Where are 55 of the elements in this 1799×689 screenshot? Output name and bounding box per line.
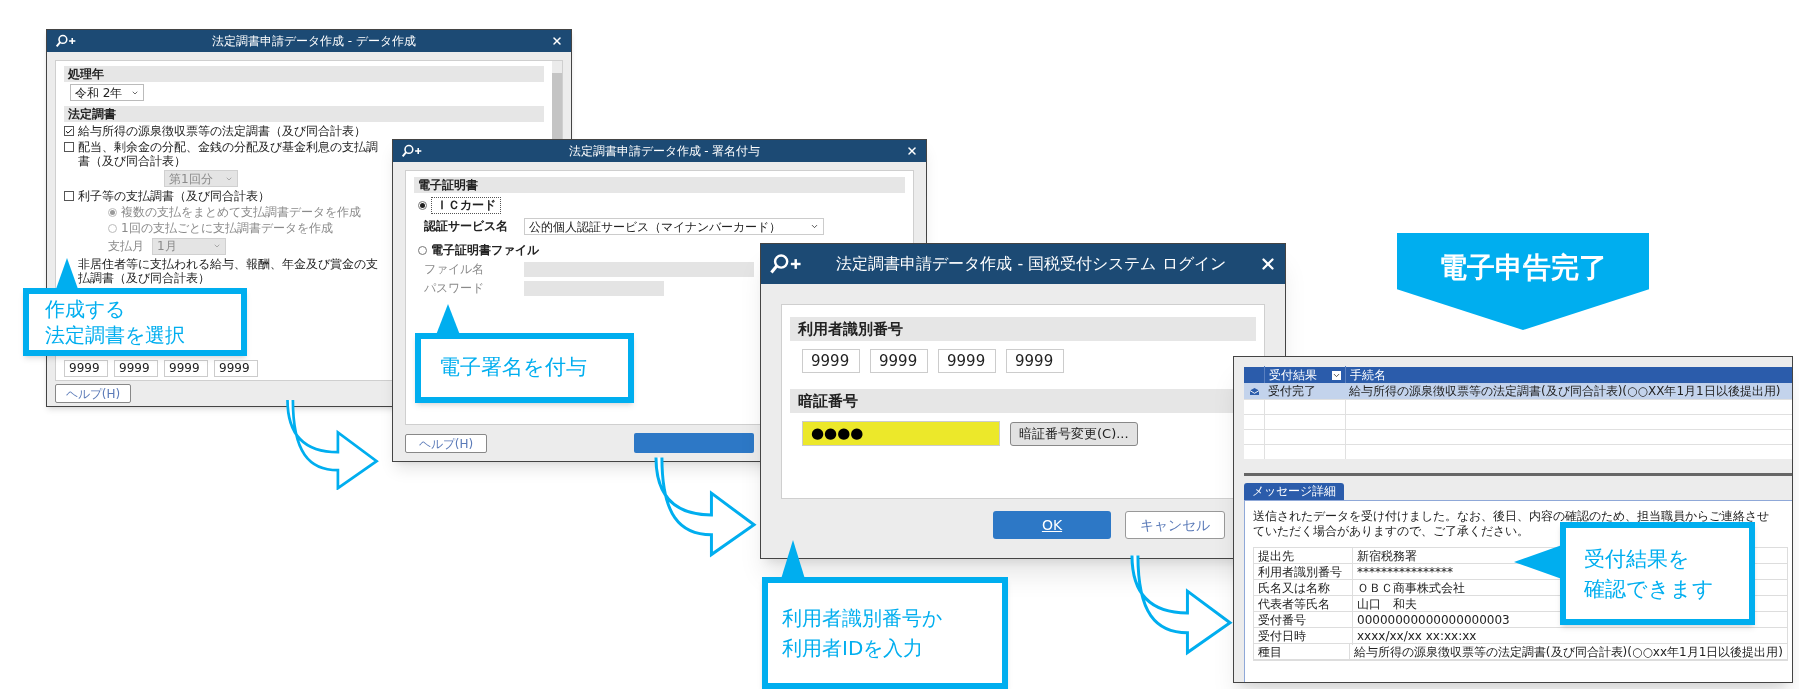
checkbox-label: 給与所得の源泉徴収票等の法定調書（及び同合計表） bbox=[78, 124, 366, 138]
table-cell-text: 受付完了 bbox=[1267, 383, 1317, 400]
table-cell-text: 氏名又は名称 bbox=[1257, 579, 1331, 597]
field-label: ファイル名 bbox=[424, 262, 485, 277]
ok-button[interactable]: OK bbox=[993, 511, 1111, 539]
table-cell-text: 受付日時 bbox=[1257, 627, 1307, 645]
radio-label: 複数の支払をまとめて支払調書データを作成 bbox=[121, 205, 361, 219]
table-cell-text: 受付番号 bbox=[1257, 611, 1307, 629]
input-field[interactable]: 9999 bbox=[164, 360, 208, 377]
section-header: 法定調書 bbox=[64, 106, 544, 122]
table-cell-text: 提出先 bbox=[1257, 547, 1295, 565]
table-cell-text: 種目 bbox=[1257, 643, 1283, 661]
dropdown[interactable]: 令和 2年 bbox=[70, 84, 144, 101]
field-label: 認証サービス名 bbox=[424, 219, 509, 234]
input-field[interactable]: 9999 bbox=[64, 360, 108, 377]
window-title: 法定調書申請データ作成 - 署名付与 bbox=[567, 143, 762, 160]
radio-label: 1回の支払ごとに支払調書データを作成 bbox=[121, 221, 333, 235]
radio-label: ＩＣカード bbox=[431, 197, 501, 214]
password-field[interactable]: ●●●● bbox=[802, 421, 1000, 446]
input-field[interactable]: 9999 bbox=[870, 349, 928, 373]
callout-text: 法定調書を選択 bbox=[45, 322, 186, 348]
section-header: 処理年 bbox=[64, 66, 544, 82]
callout-text: 電子署名を付与 bbox=[439, 354, 588, 382]
tab[interactable]: メッセージ詳細 bbox=[1244, 483, 1344, 500]
field-label: パスワード bbox=[424, 281, 485, 296]
checkbox-label: 利子等の支払調書（及び同合計表） bbox=[78, 189, 270, 203]
input-field[interactable]: 9999 bbox=[802, 349, 860, 373]
table-cell-text: 代表者等氏名 bbox=[1257, 595, 1331, 613]
field-label: 支払月 bbox=[108, 238, 144, 255]
message-text: 送信されたデータを受け付けました。なお、後日、内容の確認のため、担当職員からご連絡させていただく場合がありますので、ご了承ください。 bbox=[1253, 509, 1770, 539]
step-banner: 電子申告完了 bbox=[1397, 233, 1649, 330]
input-field[interactable]: 9999 bbox=[114, 360, 158, 377]
table-cell: 給与所得の源泉徴収票等の法定調書(及び同合計表)(○○xx年1月1日以後提出用) bbox=[1348, 642, 1787, 661]
help-button[interactable]: ヘルプ(H) bbox=[55, 384, 131, 403]
callout-text: 利用者識別番号か bbox=[782, 605, 943, 632]
window-title: 法定調書申請データ作成 - データ作成 bbox=[211, 33, 417, 50]
window-title: 法定調書申請データ作成 - 国税受付システム ログイン bbox=[835, 253, 1227, 275]
section-header: 電子証明書 bbox=[414, 177, 905, 193]
item-label: 非居住者等に支払われる給与、報酬、年金及び賞金の支払調書（及び同合計表） bbox=[78, 257, 378, 285]
help-button[interactable]: ヘルプ(H) bbox=[405, 433, 487, 453]
cancel-button[interactable]: キャンセル bbox=[1125, 511, 1225, 539]
table-cell-text: 利用者識別番号 bbox=[1257, 563, 1343, 581]
table-cell: xxxx/xx/xx xx:xx:xx bbox=[1352, 626, 1787, 645]
callout-text: 作成する bbox=[45, 296, 126, 322]
radio-label: 電子証明書ファイル bbox=[431, 243, 539, 258]
input-field[interactable]: 9999 bbox=[938, 349, 996, 373]
change-pin-button[interactable]: 暗証番号変更(C)... bbox=[1010, 421, 1138, 446]
table-row[interactable]: 受付完了 給与所得の源泉徴収票等の法定調書(及び同合計表)(○○XX年1月1日以後提出用) bbox=[1244, 383, 1792, 399]
dropdown[interactable]: 公的個人認証サービス（マイナンバーカード） bbox=[524, 218, 824, 235]
input-field[interactable]: 9999 bbox=[214, 360, 258, 377]
input-field[interactable]: 9999 bbox=[1006, 349, 1064, 373]
callout-text: 利用者IDを入力 bbox=[782, 635, 925, 662]
checkbox-label: 配当、剰余金の分配、金銭の分配及び基金利息の支払調書（及び同合計表） bbox=[78, 140, 379, 168]
table-cell-text: 給与所得の源泉徴収票等の法定調書(及び同合計表)(○○XX年1月1日以後提出用) bbox=[1348, 383, 1782, 400]
section-header: 利用者識別番号 bbox=[790, 317, 1256, 341]
